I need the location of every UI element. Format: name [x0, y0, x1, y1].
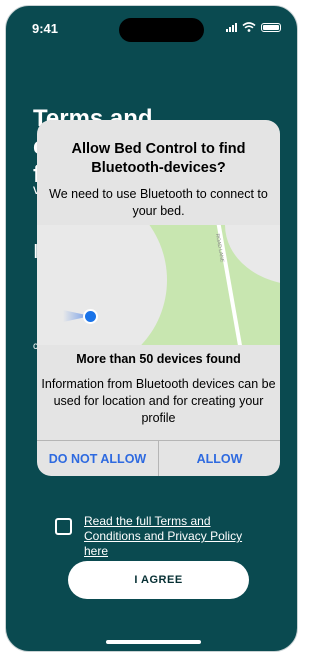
status-time: 9:41: [32, 21, 59, 36]
terms-link[interactable]: Read the full Terms and Conditions and P…: [84, 514, 254, 559]
location-map: ROAD LANE: [37, 225, 280, 345]
status-bar: 9:41: [6, 6, 297, 48]
dynamic-island: [119, 18, 204, 42]
agree-button[interactable]: I AGREE: [68, 561, 249, 599]
wifi-icon: [242, 22, 256, 32]
dialog-title: Allow Bed Control to find Bluetooth-devi…: [71, 141, 246, 176]
terms-checkbox[interactable]: [55, 518, 72, 535]
do-not-allow-button[interactable]: DO NOT ALLOW: [37, 441, 159, 476]
signal-icon: [226, 22, 237, 32]
phone-frame: 9:41 Terms and conditionsf v I c Read th…: [5, 5, 298, 652]
dialog-actions: DO NOT ALLOW ALLOW: [37, 440, 280, 476]
allow-button[interactable]: ALLOW: [159, 441, 280, 476]
map-area: [37, 225, 167, 345]
dialog-info: Information from Bluetooth devices can b…: [41, 377, 276, 425]
dialog-message: We need to use Bluetooth to connect to y…: [49, 187, 268, 218]
home-indicator[interactable]: [106, 640, 201, 644]
devices-found-text: More than 50 devices found: [76, 352, 241, 366]
map-area: [225, 225, 280, 285]
battery-icon: [261, 22, 281, 32]
status-icons: [226, 22, 281, 32]
location-dot-icon: [83, 309, 98, 324]
bluetooth-permission-dialog: Allow Bed Control to find Bluetooth-devi…: [37, 120, 280, 476]
